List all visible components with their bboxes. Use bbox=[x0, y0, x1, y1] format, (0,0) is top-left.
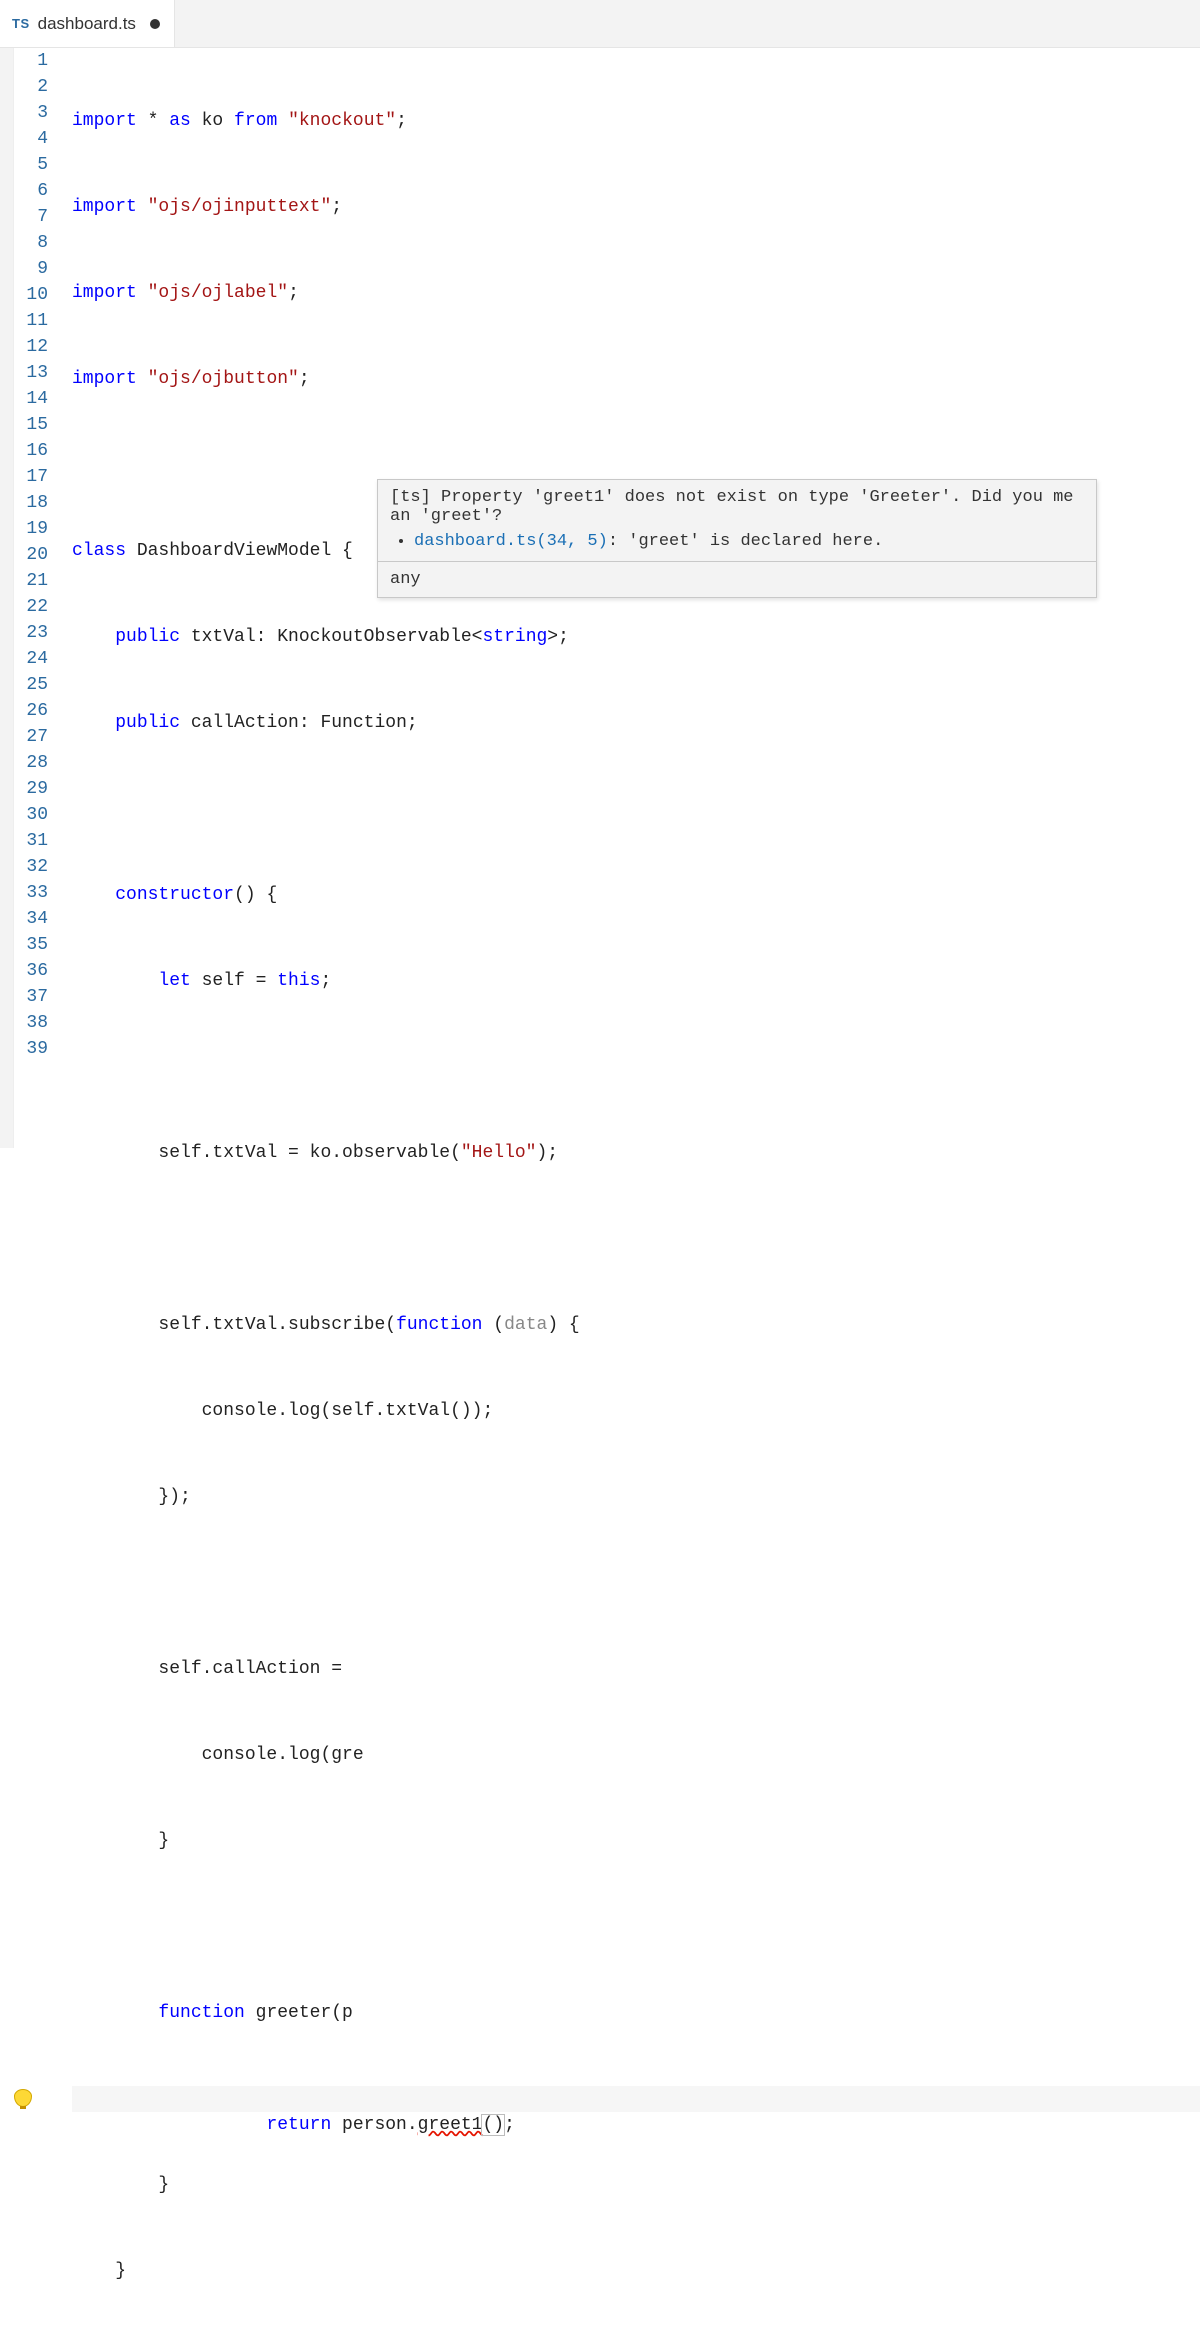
code-line[interactable]: constructor() { bbox=[72, 882, 1200, 908]
code-line[interactable] bbox=[72, 1570, 1200, 1596]
line-number: 24 bbox=[0, 646, 48, 672]
line-number: 13 bbox=[0, 360, 48, 386]
code-line[interactable]: public txtVal: KnockoutObservable<string… bbox=[72, 624, 1200, 650]
unsaved-indicator-icon bbox=[150, 19, 160, 29]
line-number: 21 bbox=[0, 568, 48, 594]
code-line[interactable]: import * as ko from "knockout"; bbox=[72, 108, 1200, 134]
tab-filename: dashboard.ts bbox=[38, 14, 136, 34]
code-line[interactable]: }); bbox=[72, 1484, 1200, 1510]
diagnostic-source-link[interactable]: dashboard.ts(34, 5) bbox=[414, 532, 608, 551]
line-number: 19 bbox=[0, 516, 48, 542]
line-number: 33 bbox=[0, 880, 48, 906]
line-number: 5 bbox=[0, 152, 48, 178]
line-number: 22 bbox=[0, 594, 48, 620]
line-number: 14 bbox=[0, 386, 48, 412]
line-number: 1 bbox=[0, 48, 48, 74]
line-number: 10 bbox=[0, 282, 48, 308]
code-line[interactable] bbox=[72, 1054, 1200, 1080]
line-number: 35 bbox=[0, 932, 48, 958]
line-number: 4 bbox=[0, 126, 48, 152]
line-number: 37 bbox=[0, 984, 48, 1010]
code-line[interactable]: let self = this; bbox=[72, 968, 1200, 994]
line-number: 18 bbox=[0, 490, 48, 516]
line-number: 39 bbox=[0, 1036, 48, 1062]
code-line[interactable]: console.log(gre bbox=[72, 1742, 1200, 1768]
code-line[interactable]: self.txtVal = ko.observable("Hello"); bbox=[72, 1140, 1200, 1166]
line-number: 34 bbox=[0, 906, 48, 932]
line-number: 25 bbox=[0, 672, 48, 698]
code-line[interactable]: } bbox=[72, 2258, 1200, 2284]
code-line[interactable]: public callAction: Function; bbox=[72, 710, 1200, 736]
line-number-gutter: 1234567891011121314151617181920212223242… bbox=[0, 48, 72, 2334]
line-number: 31 bbox=[0, 828, 48, 854]
line-number: 16 bbox=[0, 438, 48, 464]
code-line[interactable]: self.callAction = bbox=[72, 1656, 1200, 1682]
line-number: 7 bbox=[0, 204, 48, 230]
line-number: 15 bbox=[0, 412, 48, 438]
diagnostic-message: [ts] Property 'greet1' does not exist on… bbox=[378, 480, 1096, 561]
line-number: 23 bbox=[0, 620, 48, 646]
code-line[interactable]: self.txtVal.subscribe(function (data) { bbox=[72, 1312, 1200, 1338]
code-line-active[interactable]: return person.greet1(); bbox=[72, 2086, 1200, 2112]
line-number: 20 bbox=[0, 542, 48, 568]
line-number: 27 bbox=[0, 724, 48, 750]
hover-type-info: any bbox=[378, 561, 1096, 597]
code-line[interactable] bbox=[72, 1914, 1200, 1940]
code-line[interactable] bbox=[72, 452, 1200, 478]
code-line[interactable]: import "ojs/ojinputtext"; bbox=[72, 194, 1200, 220]
line-number: 38 bbox=[0, 1010, 48, 1036]
code-line[interactable]: function greeter(p bbox=[72, 2000, 1200, 2026]
code-line[interactable]: console.log(self.txtVal()); bbox=[72, 1398, 1200, 1424]
code-content[interactable]: import * as ko from "knockout"; import "… bbox=[72, 48, 1200, 2334]
code-line[interactable]: import "ojs/ojbutton"; bbox=[72, 366, 1200, 392]
code-line[interactable] bbox=[72, 796, 1200, 822]
code-line[interactable]: } bbox=[72, 2172, 1200, 2198]
line-number: 2 bbox=[0, 74, 48, 100]
diagnostic-hover-tooltip[interactable]: [ts] Property 'greet1' does not exist on… bbox=[377, 479, 1097, 598]
code-line[interactable]: } bbox=[72, 1828, 1200, 1854]
line-number: 17 bbox=[0, 464, 48, 490]
line-number: 30 bbox=[0, 802, 48, 828]
line-number: 6 bbox=[0, 178, 48, 204]
tab-bar: TS dashboard.ts bbox=[0, 0, 1200, 48]
line-number: 29 bbox=[0, 776, 48, 802]
typescript-file-icon: TS bbox=[12, 16, 30, 31]
line-number: 8 bbox=[0, 230, 48, 256]
code-line[interactable] bbox=[72, 1226, 1200, 1252]
diagnostic-related-item[interactable]: dashboard.ts(34, 5): 'greet' is declared… bbox=[414, 532, 1084, 551]
code-line[interactable]: import "ojs/ojlabel"; bbox=[72, 280, 1200, 306]
line-number: 11 bbox=[0, 308, 48, 334]
line-number: 3 bbox=[0, 100, 48, 126]
line-number: 9 bbox=[0, 256, 48, 282]
line-number: 28 bbox=[0, 750, 48, 776]
line-number: 36 bbox=[0, 958, 48, 984]
code-editor[interactable]: 1234567891011121314151617181920212223242… bbox=[0, 48, 1200, 2334]
line-number: 12 bbox=[0, 334, 48, 360]
editor-tab-dashboard[interactable]: TS dashboard.ts bbox=[0, 0, 175, 47]
line-number: 26 bbox=[0, 698, 48, 724]
line-number: 32 bbox=[0, 854, 48, 880]
